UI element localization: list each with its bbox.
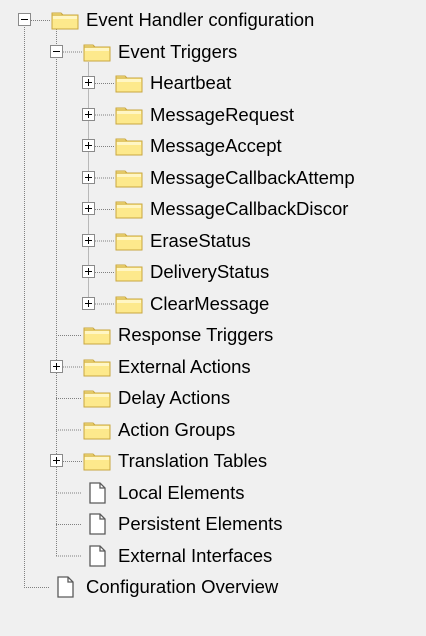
expand-toggle-icon[interactable] bbox=[82, 233, 95, 247]
tree-node-messagecallbackattemp[interactable]: MessageCallbackAttemp bbox=[82, 164, 357, 192]
tree-node-label: Delay Actions bbox=[118, 387, 231, 408]
tree-node-erasestatus[interactable]: EraseStatus bbox=[82, 227, 253, 255]
tree-node-translation-tables[interactable]: Translation Tables bbox=[50, 447, 269, 475]
tree-node-persistent-elements[interactable]: Persistent Elements bbox=[82, 510, 285, 538]
tree-node-label: Event Triggers bbox=[118, 40, 238, 62]
tree-node-action-groups[interactable]: Action Groups bbox=[82, 416, 237, 444]
folder-icon bbox=[51, 12, 79, 30]
tree-node-label: Configuration Overview bbox=[86, 576, 279, 597]
tree-node-label: MessageCallbackAttemp bbox=[150, 166, 355, 188]
tree-node-local-elements[interactable]: Local Elements bbox=[82, 479, 246, 507]
folder-icon bbox=[115, 75, 143, 93]
expand-toggle-icon[interactable] bbox=[50, 359, 63, 373]
expand-toggle-icon[interactable] bbox=[82, 265, 95, 278]
tree-node-label: Event Handler configuration bbox=[86, 9, 315, 30]
document-icon bbox=[57, 576, 74, 598]
folder-icon bbox=[83, 422, 111, 439]
tree-node-label: ClearMessage bbox=[150, 292, 270, 314]
document-icon bbox=[89, 513, 106, 535]
tree-node-clearmessage[interactable]: ClearMessage bbox=[82, 290, 271, 318]
folder-icon bbox=[83, 327, 111, 345]
tree-node-response-triggers[interactable]: Response Triggers bbox=[82, 321, 275, 349]
tree-node-label: Persistent Elements bbox=[118, 513, 283, 534]
folder-icon bbox=[115, 233, 143, 250]
folder-icon bbox=[83, 359, 111, 376]
tree-node-external-actions[interactable]: External Actions bbox=[50, 353, 253, 381]
tree-node-messagerequest[interactable]: MessageRequest bbox=[82, 101, 296, 129]
expand-toggle-icon[interactable] bbox=[82, 107, 95, 121]
folder-icon bbox=[115, 107, 143, 124]
expand-toggle-icon[interactable] bbox=[82, 296, 95, 310]
tree-node-label: EraseStatus bbox=[150, 229, 251, 251]
tree-node-label: External Actions bbox=[118, 355, 251, 377]
document-icon bbox=[89, 481, 106, 504]
document-icon bbox=[89, 544, 106, 567]
tree-node-messagecallbackdiscor[interactable]: MessageCallbackDiscor bbox=[82, 195, 350, 223]
folder-icon bbox=[115, 264, 143, 282]
expand-toggle-icon[interactable] bbox=[82, 170, 95, 184]
collapse-toggle-icon[interactable] bbox=[18, 13, 31, 26]
tree-node-label: Local Elements bbox=[118, 481, 245, 503]
folder-icon bbox=[115, 201, 143, 219]
expand-toggle-icon[interactable] bbox=[82, 76, 95, 89]
tree-node-label: MessageCallbackDiscor bbox=[150, 198, 349, 219]
tree-node-label: MessageAccept bbox=[150, 135, 282, 156]
folder-icon bbox=[83, 44, 111, 61]
folder-icon bbox=[83, 390, 111, 408]
tree-node-messageaccept[interactable]: MessageAccept bbox=[82, 132, 284, 160]
folder-icon bbox=[115, 296, 143, 313]
folder-icon bbox=[83, 453, 111, 471]
expand-toggle-icon[interactable] bbox=[50, 454, 63, 467]
tree-node-event-handler-configuration[interactable]: Event Handler configuration bbox=[18, 6, 316, 34]
expand-toggle-icon[interactable] bbox=[82, 202, 95, 215]
tree-node-label: Response Triggers bbox=[118, 324, 274, 345]
tree-node-label: External Interfaces bbox=[118, 544, 273, 566]
expand-toggle-icon[interactable] bbox=[82, 139, 95, 152]
tree-node-label: DeliveryStatus bbox=[150, 261, 270, 282]
tree-node-label: MessageRequest bbox=[150, 103, 294, 125]
tree-node-delay-actions[interactable]: Delay Actions bbox=[82, 384, 232, 412]
tree-node-deliverystatus[interactable]: DeliveryStatus bbox=[82, 258, 271, 286]
tree-node-external-interfaces[interactable]: External Interfaces bbox=[82, 542, 274, 570]
collapse-toggle-icon[interactable] bbox=[50, 44, 63, 58]
tree-node-label: Heartbeat bbox=[150, 72, 232, 93]
tree-node-label: Action Groups bbox=[118, 418, 236, 440]
folder-icon bbox=[115, 138, 143, 156]
tree-view[interactable]: Event Handler configuration Event Trigger… bbox=[0, 0, 426, 636]
tree-node-configuration-overview[interactable]: Configuration Overview bbox=[50, 573, 280, 601]
tree-node-label: Translation Tables bbox=[118, 450, 268, 471]
folder-icon bbox=[115, 170, 143, 187]
tree-node-event-triggers[interactable]: Event Triggers bbox=[50, 38, 239, 66]
tree-node-heartbeat[interactable]: Heartbeat bbox=[82, 69, 233, 97]
